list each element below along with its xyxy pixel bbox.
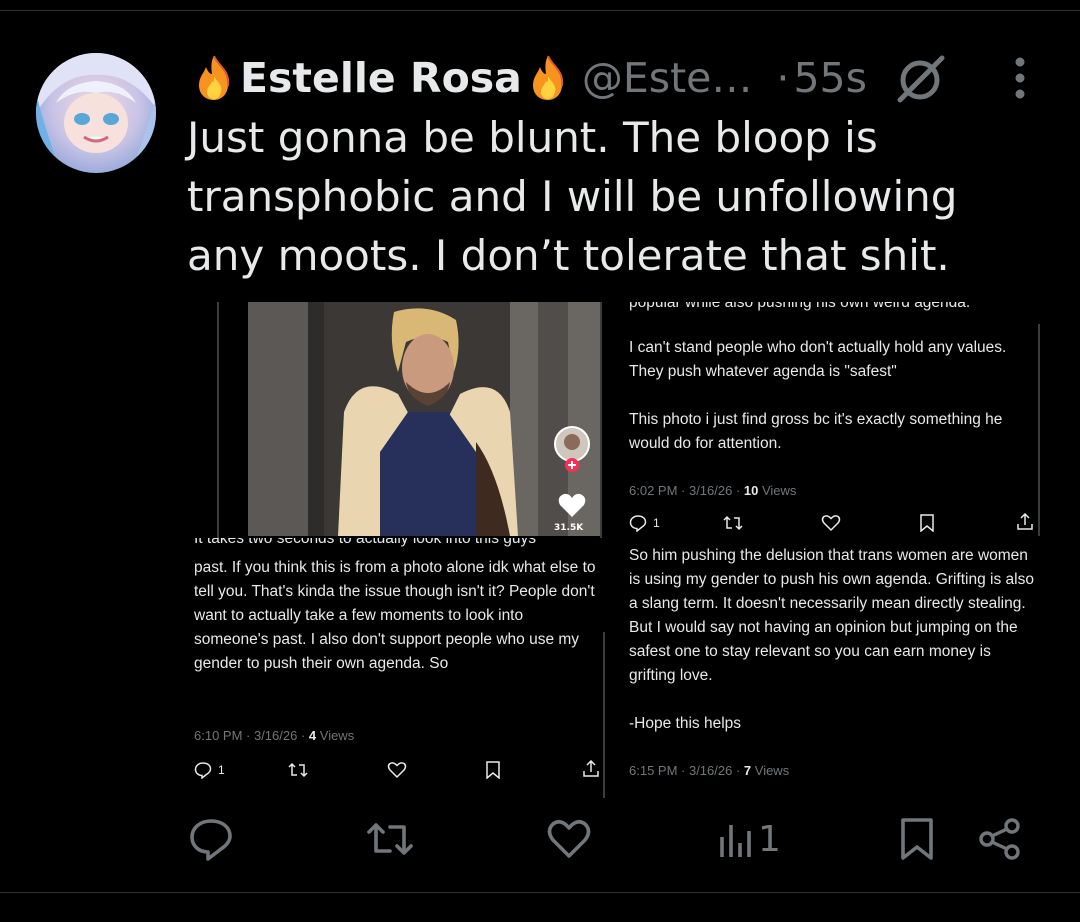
embedded-post-text: This photo i just find gross bc it's exa… — [629, 411, 1003, 452]
retweet-icon — [288, 761, 308, 779]
left-thread-line — [217, 302, 219, 538]
embedded-post-text: -Hope this helps — [629, 715, 742, 732]
mute-icon[interactable] — [892, 50, 948, 106]
views-icon — [720, 825, 751, 857]
embedded-reply-button: 1 — [629, 514, 660, 532]
views-count: 1 — [758, 818, 781, 860]
embedded-reply-count: 1 — [653, 516, 660, 530]
cut-off-text: popular while also pushing his own weird… — [629, 302, 971, 311]
reply-button[interactable] — [188, 816, 234, 862]
embedded-post-text: past. If you think this is from a photo … — [194, 559, 596, 672]
right-thread-line — [1038, 324, 1040, 536]
reply-icon — [194, 762, 212, 779]
embedded-post-views-label: Views — [758, 483, 797, 498]
bookmark-icon — [485, 761, 501, 779]
video-like-count: 31.5K — [554, 523, 584, 533]
video-thumbnail[interactable]: 31.5K — [248, 302, 600, 536]
fire-emoji-icon — [526, 54, 570, 102]
separator-dot: · — [776, 54, 790, 102]
cut-off-text: It takes two seconds to actually look in… — [194, 538, 600, 550]
views-button[interactable]: 1 — [718, 816, 781, 862]
more-icon[interactable] — [1006, 56, 1034, 100]
like-icon — [387, 761, 407, 779]
tweet-text: Just gonna be blunt. The bloop is transp… — [187, 113, 958, 280]
bookmark-icon — [901, 818, 933, 860]
reply-icon — [190, 819, 232, 861]
embedded-post-meta: 6:02 PM · 3/16/26 · 10 Views — [629, 483, 796, 498]
embedded-post-views-label: Views — [316, 728, 355, 743]
divider-line — [600, 302, 602, 538]
like-icon — [821, 514, 841, 532]
embedded-post-timestamp: 6:10 PM · 3/16/26 · — [194, 728, 309, 743]
display-name[interactable]: Estelle Rosa — [240, 54, 522, 102]
embedded-post-meta: 6:15 PM · 3/16/26 · 7 Views — [629, 763, 789, 778]
share-icon — [979, 818, 1020, 860]
retweet-button[interactable] — [366, 816, 414, 862]
cut-off-text-content: It takes two seconds to actually look in… — [194, 538, 537, 547]
reply-icon — [629, 515, 647, 532]
like-icon — [547, 819, 591, 858]
embedded-post-text: I can't stand people who don't actually … — [629, 339, 1007, 380]
share-icon — [582, 760, 600, 778]
tweet-header: Estelle Rosa @Este… · 55s — [192, 52, 867, 104]
fire-emoji-icon — [192, 54, 236, 102]
embedded-post-timestamp: 6:15 PM · 3/16/26 · — [629, 763, 744, 778]
avatar[interactable] — [36, 53, 156, 173]
retweet-icon — [367, 823, 413, 855]
attached-screenshot[interactable]: 31.5K popular while also pushing his own… — [190, 302, 1050, 798]
embedded-reply-count: 1 — [218, 763, 225, 777]
user-handle[interactable]: @Este… — [582, 54, 753, 102]
top-divider — [0, 10, 1080, 11]
bookmark-icon — [919, 514, 935, 532]
divider-line — [603, 632, 605, 798]
embedded-post-view-count: 10 — [743, 483, 759, 498]
share-button[interactable] — [978, 816, 1022, 862]
embedded-post-text: So him pushing the delusion that trans w… — [629, 547, 1034, 684]
embedded-post-timestamp: 6:02 PM · 3/16/26 · — [629, 483, 744, 498]
retweet-icon — [723, 514, 743, 532]
share-icon — [1016, 513, 1034, 531]
like-button[interactable] — [546, 816, 592, 862]
tweet-time[interactable]: 55s — [793, 54, 867, 102]
bottom-divider — [0, 892, 1080, 893]
embedded-post-meta: 6:10 PM · 3/16/26 · 4 Views — [194, 728, 354, 743]
bookmark-button[interactable] — [898, 816, 936, 862]
embedded-post-views-label: Views — [751, 763, 790, 778]
embedded-reply-button: 1 — [194, 761, 225, 779]
